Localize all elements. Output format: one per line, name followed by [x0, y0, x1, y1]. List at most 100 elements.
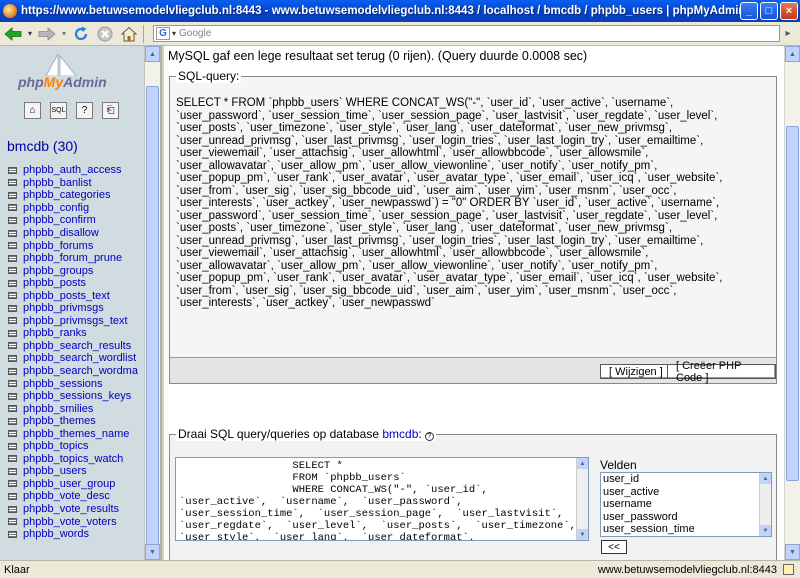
table-icon[interactable]: [8, 191, 17, 199]
sidebar-table-item[interactable]: phpbb_posts_text: [8, 289, 138, 302]
sidebar-table-label[interactable]: phpbb_banlist: [23, 177, 92, 189]
sidebar-table-item[interactable]: phpbb_search_results: [8, 340, 138, 353]
sidebar-table-item[interactable]: phpbb_forum_prune: [8, 252, 138, 265]
back-arrow-icon[interactable]: [2, 24, 24, 44]
table-icon[interactable]: [8, 380, 17, 388]
scroll-up-icon[interactable]: ▲: [145, 46, 160, 62]
sidebar-table-label[interactable]: phpbb_privmsgs_text: [23, 315, 128, 327]
sidebar-table-label[interactable]: phpbb_forums: [23, 240, 93, 252]
sidebar-table-item[interactable]: phpbb_groups: [8, 264, 138, 277]
sidebar-table-item[interactable]: phpbb_disallow: [8, 227, 138, 240]
table-icon[interactable]: [8, 242, 17, 250]
sidebar-table-item[interactable]: phpbb_ranks: [8, 327, 138, 340]
main-scrollbar[interactable]: ▲ ▼: [784, 46, 800, 560]
field-option[interactable]: username: [601, 498, 771, 511]
edit-query-button[interactable]: [ Wijzigen ]: [600, 364, 672, 379]
table-icon[interactable]: [8, 367, 17, 375]
table-icon[interactable]: [8, 505, 17, 513]
sidebar-table-label[interactable]: phpbb_search_results: [23, 340, 131, 352]
sidebar-table-label[interactable]: phpbb_auth_access: [23, 164, 121, 176]
table-icon[interactable]: [8, 530, 17, 538]
scroll-down-icon[interactable]: ▼: [145, 544, 160, 560]
table-icon[interactable]: [8, 405, 17, 413]
sidebar-table-label[interactable]: phpbb_themes_name: [23, 428, 129, 440]
forward-dropdown-icon[interactable]: ▾: [60, 24, 68, 44]
scroll-down-icon[interactable]: ▼: [760, 525, 771, 536]
sidebar-table-label[interactable]: phpbb_posts_text: [23, 290, 110, 302]
scroll-down-icon[interactable]: ▼: [577, 529, 588, 540]
close-button[interactable]: ×: [780, 2, 798, 20]
field-option[interactable]: user_session_time: [601, 523, 771, 536]
sidebar-table-label[interactable]: phpbb_topics: [23, 440, 88, 452]
scroll-down-icon[interactable]: ▼: [785, 544, 800, 560]
sidebar-table-label[interactable]: phpbb_config: [23, 202, 89, 214]
reload-icon[interactable]: [70, 24, 92, 44]
sidebar-table-item[interactable]: phpbb_sessions_keys: [8, 390, 138, 403]
sidebar-table-item[interactable]: phpbb_privmsgs_text: [8, 315, 138, 328]
run-query-db-link[interactable]: bmcdb: [382, 427, 418, 441]
sidebar-table-label[interactable]: phpbb_sessions: [23, 378, 103, 390]
table-icon[interactable]: [8, 492, 17, 500]
sidebar-table-label[interactable]: phpbb_vote_results: [23, 503, 119, 515]
table-icon[interactable]: [8, 279, 17, 287]
minimize-button[interactable]: _: [740, 2, 758, 20]
forward-arrow-icon[interactable]: [36, 24, 58, 44]
home-icon[interactable]: ⌂: [24, 102, 41, 119]
sidebar-table-item[interactable]: phpbb_config: [8, 202, 138, 215]
sidebar-table-label[interactable]: phpbb_themes: [23, 415, 96, 427]
sidebar-table-item[interactable]: phpbb_words: [8, 528, 138, 541]
table-icon[interactable]: [8, 467, 17, 475]
phpmyadmin-logo[interactable]: phpMyAdmin: [18, 74, 107, 90]
fields-scrollbar[interactable]: ▲ ▼: [759, 473, 771, 536]
sidebar-table-item[interactable]: phpbb_vote_results: [8, 503, 138, 516]
sidebar-table-label[interactable]: phpbb_forum_prune: [23, 252, 122, 264]
table-icon[interactable]: [8, 392, 17, 400]
sidebar-table-item[interactable]: phpbb_auth_access: [8, 164, 138, 177]
scroll-thumb[interactable]: [786, 126, 799, 481]
sidebar-table-item[interactable]: phpbb_banlist: [8, 177, 138, 190]
sidebar-table-item[interactable]: phpbb_themes: [8, 415, 138, 428]
sidebar-table-label[interactable]: phpbb_confirm: [23, 214, 96, 226]
sidebar-table-label[interactable]: phpbb_smilies: [23, 403, 93, 415]
sidebar-table-label[interactable]: phpbb_groups: [23, 265, 93, 277]
table-icon[interactable]: [8, 342, 17, 350]
home-icon[interactable]: [118, 24, 140, 44]
sidebar-table-item[interactable]: phpbb_search_wordma: [8, 365, 138, 378]
toolbar-overflow-icon[interactable]: ▸: [780, 28, 796, 39]
sidebar-table-label[interactable]: phpbb_users: [23, 465, 87, 477]
textarea-scrollbar[interactable]: ▲ ▼: [576, 458, 588, 540]
sidebar-table-item[interactable]: phpbb_topics: [8, 440, 138, 453]
google-search-engine-icon[interactable]: G: [156, 27, 170, 40]
field-option[interactable]: user_id: [601, 473, 771, 486]
sidebar-table-item[interactable]: phpbb_confirm: [8, 214, 138, 227]
sidebar-table-label[interactable]: phpbb_vote_voters: [23, 516, 117, 528]
table-icon[interactable]: [8, 417, 17, 425]
sidebar-table-item[interactable]: phpbb_search_wordlist: [8, 352, 138, 365]
sidebar-table-label[interactable]: phpbb_disallow: [23, 227, 99, 239]
sidebar-table-item[interactable]: phpbb_sessions: [8, 377, 138, 390]
sql-query-textarea[interactable]: SELECT * FROM `phpbb_users` WHERE CONCAT…: [175, 457, 589, 541]
table-icon[interactable]: [8, 179, 17, 187]
back-dropdown-icon[interactable]: ▾: [26, 24, 34, 44]
table-icon[interactable]: [8, 292, 17, 300]
table-icon[interactable]: [8, 442, 17, 450]
sidebar-table-label[interactable]: phpbb_words: [23, 528, 89, 540]
help-icon[interactable]: ?: [424, 432, 434, 441]
sidebar-table-item[interactable]: phpbb_vote_desc: [8, 490, 138, 503]
scroll-thumb[interactable]: [146, 86, 159, 551]
search-engine-dropdown-icon[interactable]: ▾: [172, 29, 176, 38]
sidebar-table-item[interactable]: phpbb_vote_voters: [8, 515, 138, 528]
table-icon[interactable]: [8, 354, 17, 362]
ssl-lock-icon[interactable]: [783, 564, 794, 575]
sidebar-table-item[interactable]: phpbb_forums: [8, 239, 138, 252]
table-icon[interactable]: [8, 480, 17, 488]
sidebar-table-item[interactable]: phpbb_themes_name: [8, 427, 138, 440]
table-icon[interactable]: [8, 204, 17, 212]
table-icon[interactable]: [8, 304, 17, 312]
sidebar-table-label[interactable]: phpbb_sessions_keys: [23, 390, 131, 402]
table-icon[interactable]: [8, 267, 17, 275]
sidebar-table-label[interactable]: phpbb_privmsgs: [23, 302, 104, 314]
table-icon[interactable]: [8, 455, 17, 463]
sidebar-table-label[interactable]: phpbb_search_wordlist: [23, 352, 136, 364]
table-icon[interactable]: [8, 229, 17, 237]
